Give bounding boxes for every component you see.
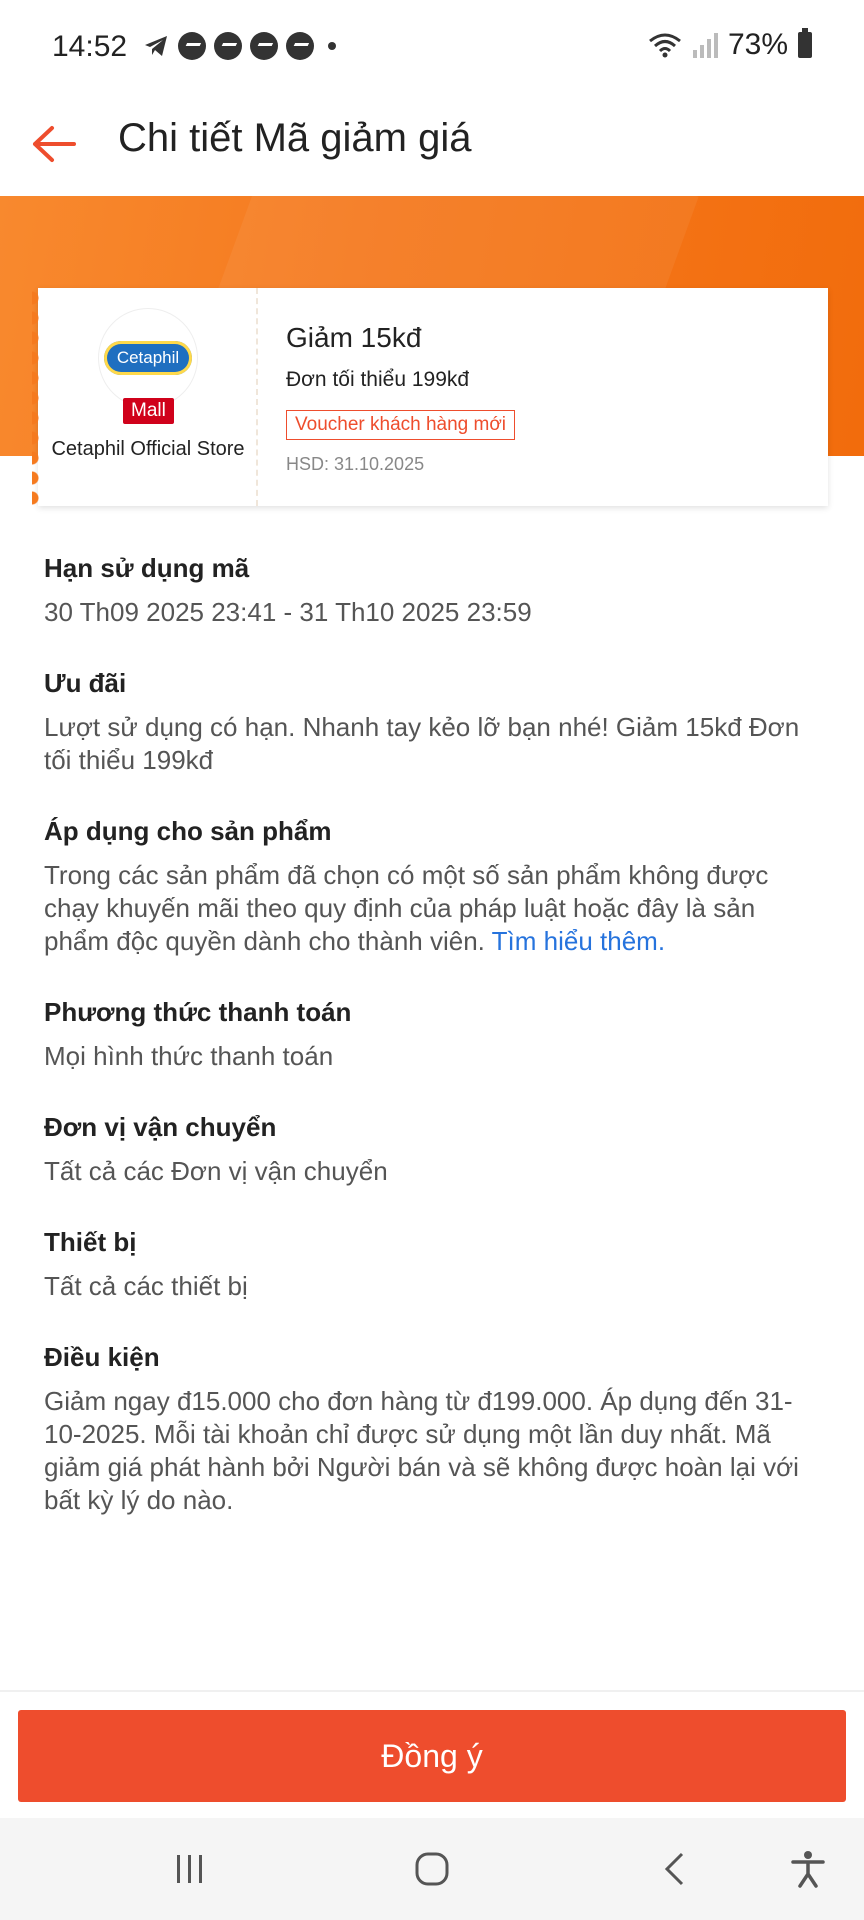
app-header: Chi tiết Mã giảm giá xyxy=(0,96,864,196)
messenger-icon xyxy=(214,32,242,60)
voucher-scallop-edge xyxy=(32,288,44,506)
section-heading: Hạn sử dụng mã xyxy=(44,553,250,583)
store-name: Cetaphil Official Store xyxy=(51,438,245,460)
section-payment-method: Phương thức thanh toán Mọi hình thức tha… xyxy=(44,992,824,1073)
system-icons: 73% xyxy=(648,28,812,62)
store-logo: Cetaphil xyxy=(98,308,198,408)
recent-apps-icon xyxy=(177,1855,202,1883)
section-applicable-products: Áp dụng cho sản phẩm Trong các sản phẩm … xyxy=(44,811,824,958)
messenger-icon xyxy=(178,32,206,60)
section-shipping: Đơn vị vận chuyển Tất cả các Đơn vị vận … xyxy=(44,1107,824,1188)
messenger-icon xyxy=(250,32,278,60)
status-bar: 14:52 73% xyxy=(0,0,864,96)
logo-text: Cetaphil xyxy=(116,348,180,367)
voucher-store-section: Cetaphil Mall Cetaphil Official Store xyxy=(32,288,258,506)
telegram-icon xyxy=(145,36,167,56)
page-title: Chi tiết Mã giảm giá xyxy=(118,116,472,160)
accessibility-icon xyxy=(791,1851,825,1888)
wifi-icon xyxy=(649,33,681,58)
section-body: Lượt sử dụng có hạn. Nhanh tay kẻo lỡ bạ… xyxy=(44,712,800,775)
section-heading: Ưu đãi xyxy=(44,668,127,698)
accessibility-button[interactable] xyxy=(758,1818,858,1920)
voucher-min-order: Đơn tối thiểu 199kđ xyxy=(286,368,470,391)
section-device: Thiết bị Tất cả các thiết bị xyxy=(44,1222,824,1303)
mall-badge: Mall xyxy=(123,398,174,424)
section-body: Tất cả các thiết bị xyxy=(44,1271,248,1301)
battery-icon xyxy=(798,28,812,58)
section-heading: Áp dụng cho sản phẩm xyxy=(44,816,332,846)
section-conditions: Điều kiện Giảm ngay đ15.000 cho đơn hàng… xyxy=(44,1337,824,1517)
section-body-container: Trong các sản phẩm đã chọn có một số sản… xyxy=(44,859,824,958)
back-button[interactable] xyxy=(26,114,80,174)
section-heading: Đơn vị vận chuyển xyxy=(44,1112,277,1142)
signal-icon xyxy=(692,33,718,58)
voucher-tag: Voucher khách hàng mới xyxy=(286,410,516,440)
section-body: Giảm ngay đ15.000 cho đơn hàng từ đ199.0… xyxy=(44,1386,799,1515)
voucher-details: Hạn sử dụng mã 30 Th09 2025 23:41 - 31 T… xyxy=(44,548,824,1551)
recent-apps-button[interactable] xyxy=(140,1818,240,1920)
voucher-expiry: HSD: 31.10.2025 xyxy=(286,454,425,474)
system-nav-bar xyxy=(0,1818,864,1920)
voucher-info: Giảm 15kđ Đơn tối thiểu 199kđ Voucher kh… xyxy=(258,288,828,506)
section-body: 30 Th09 2025 23:41 - 31 Th10 2025 23:59 xyxy=(44,597,532,627)
section-body: Tất cả các Đơn vị vận chuyển xyxy=(44,1156,388,1186)
cetaphil-logo-icon: Cetaphil xyxy=(104,341,192,375)
dot-icon xyxy=(328,42,336,50)
nav-back-button[interactable] xyxy=(624,1818,724,1920)
section-heading: Phương thức thanh toán xyxy=(44,997,352,1027)
chat-icon xyxy=(286,32,314,60)
voucher-title: Giảm 15kđ xyxy=(286,322,422,353)
status-time: 14:52 xyxy=(52,30,128,63)
arrow-left-icon xyxy=(33,126,76,162)
section-heading: Điều kiện xyxy=(44,1342,160,1372)
home-button[interactable] xyxy=(382,1818,482,1920)
battery-percentage: 73% xyxy=(727,28,788,61)
section-heading: Thiết bị xyxy=(44,1227,137,1257)
home-icon xyxy=(415,1852,449,1886)
back-icon xyxy=(664,1852,684,1886)
agree-button[interactable]: Đồng ý xyxy=(18,1710,846,1802)
section-offer: Ưu đãi Lượt sử dụng có hạn. Nhanh tay kẻ… xyxy=(44,663,824,777)
voucher-card: Cetaphil Mall Cetaphil Official Store Gi… xyxy=(32,288,828,506)
section-body: Mọi hình thức thanh toán xyxy=(44,1041,334,1071)
learn-more-link[interactable]: Tìm hiểu thêm. xyxy=(492,926,665,956)
footer-divider xyxy=(0,1690,864,1692)
notification-icons xyxy=(142,32,336,60)
section-validity: Hạn sử dụng mã 30 Th09 2025 23:41 - 31 T… xyxy=(44,548,824,629)
